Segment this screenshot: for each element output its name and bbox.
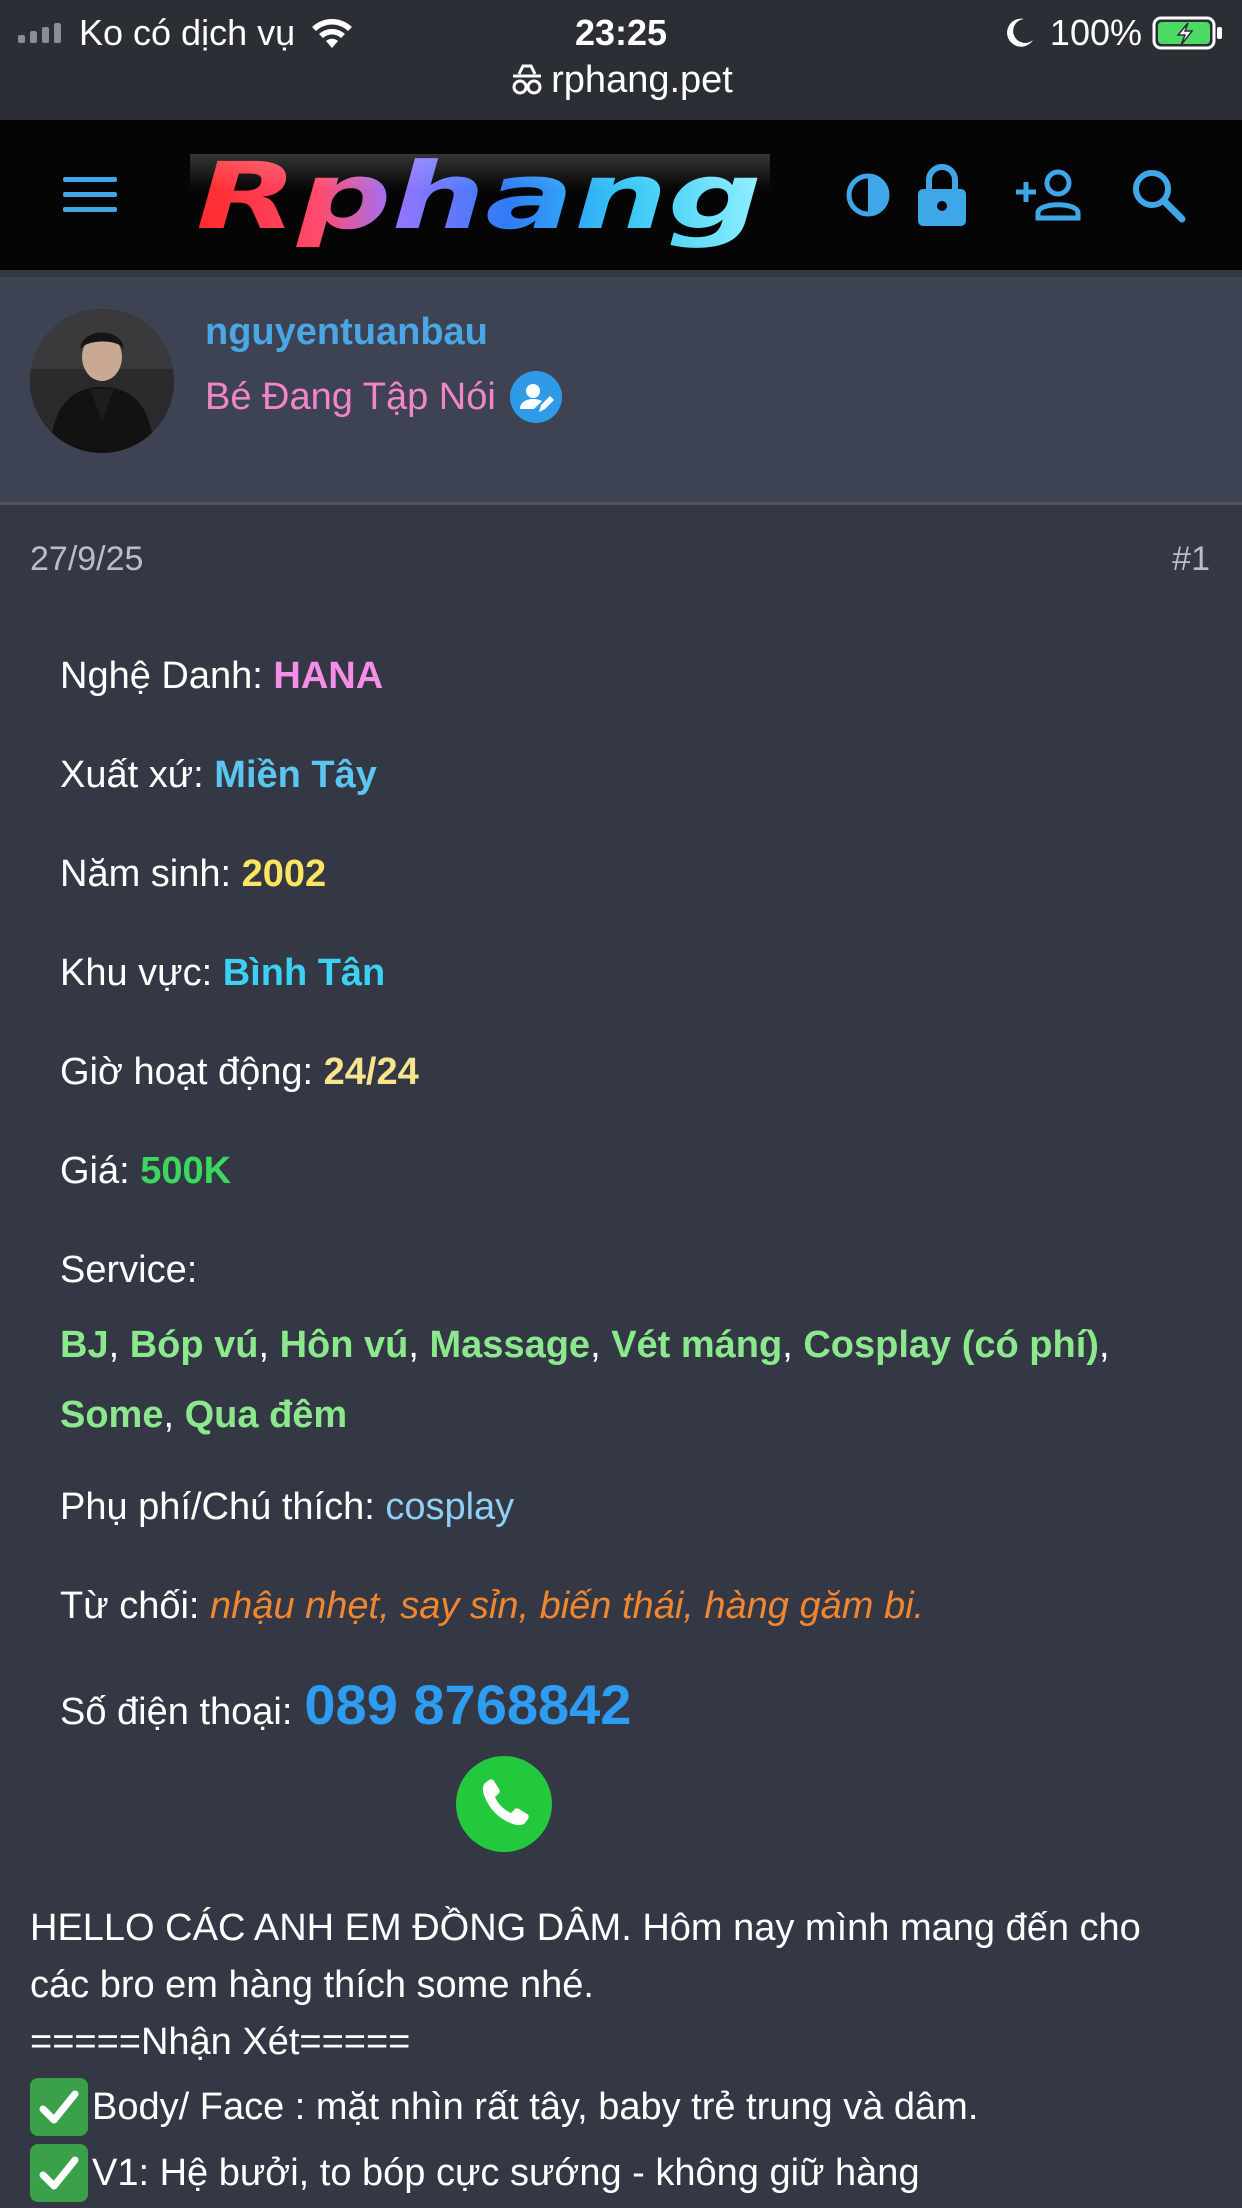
search-icon — [1133, 170, 1186, 223]
review-header: =====Nhận Xét===== — [30, 2021, 411, 2063]
service-item: Massage — [429, 1324, 591, 1366]
status-bar: Ko có dịch vụ 23:25 100% rphang.pet — [0, 0, 1242, 120]
user-title: Bé Đang Tập Nói — [205, 369, 564, 425]
url-domain: rphang.pet — [551, 58, 733, 101]
service-item: Vét máng — [611, 1324, 783, 1366]
field-label: Năm sinh: — [60, 853, 232, 895]
field-value: 24/24 — [323, 1051, 419, 1093]
battery-charging-icon — [1152, 16, 1222, 50]
service-item: Qua đêm — [184, 1394, 348, 1436]
field-label: Giờ hoạt động: — [60, 1051, 314, 1093]
url-bar[interactable]: rphang.pet — [0, 56, 1242, 104]
service-item: BJ — [60, 1324, 109, 1366]
field-value: cosplay — [385, 1486, 515, 1528]
field-label: Xuất xứ: — [60, 754, 204, 796]
field-value: 2002 — [241, 853, 327, 895]
lock-icon — [918, 164, 966, 226]
phone-number-link[interactable]: 089 8768842 — [304, 1672, 631, 1737]
battery-percent: 100% — [1049, 12, 1142, 53]
review-text: V1: Hệ bưởi, to bóp cực sướng - không gi… — [92, 2151, 920, 2194]
review-item: Body/ Face : mặt nhìn rất tây, baby trẻ … — [30, 2078, 978, 2136]
avatar[interactable] — [30, 309, 174, 453]
check-mark-icon — [30, 2144, 88, 2202]
contrast-icon — [846, 173, 890, 217]
hamburger-icon — [63, 177, 117, 212]
field-value: Miền Tây — [214, 754, 377, 796]
field-extra: Phụ phí/Chú thích: cosplay — [60, 1486, 514, 1529]
service-item: Bóp vú — [129, 1324, 259, 1366]
site-logo[interactable]: Rphang — [190, 142, 770, 252]
review-item: V1: Hệ bưởi, to bóp cực sướng - không gi… — [30, 2144, 920, 2202]
field-value: nhậu nhẹt, say sỉn, biến thái, hàng găm … — [210, 1585, 925, 1627]
post-date[interactable]: 27/9/25 — [30, 540, 143, 579]
field-hours: Giờ hoạt động: 24/24 — [60, 1051, 419, 1094]
field-service-label: Service: — [60, 1249, 198, 1291]
service-item: Hôn vú — [279, 1324, 409, 1366]
intro-text: HELLO CÁC ANH EM ĐỒNG DÂM. Hôm nay mình … — [30, 1907, 1141, 2006]
field-label: Từ chối: — [60, 1585, 200, 1627]
field-origin: Xuất xứ: Miền Tây — [60, 754, 377, 797]
verified-user-icon — [509, 371, 562, 423]
call-button[interactable] — [455, 1755, 553, 1853]
service-item: Some — [60, 1394, 164, 1436]
field-area: Khu vực: Bình Tân — [60, 952, 385, 995]
check-mark-icon — [30, 2078, 88, 2136]
moon-icon — [1006, 18, 1033, 47]
field-birth-year: Năm sinh: 2002 — [60, 853, 326, 896]
post-intro: HELLO CÁC ANH EM ĐỒNG DÂM. Hôm nay mình … — [30, 1900, 1210, 2071]
register-button[interactable] — [1010, 155, 1090, 235]
service-list: BJ, Bóp vú, Hôn vú, Massage, Vét máng, C… — [60, 1324, 1110, 1436]
field-phone: Số điện thoại: 089 8768842 — [60, 1672, 631, 1737]
add-user-icon — [1016, 169, 1081, 221]
site-header: Rphang — [0, 120, 1242, 270]
field-label: Khu vực: — [60, 952, 213, 994]
field-refuse: Từ chối: nhậu nhẹt, say sỉn, biến thái, … — [60, 1585, 924, 1628]
field-value: Bình Tân — [222, 952, 386, 994]
field-label: Nghệ Danh: — [60, 655, 263, 697]
field-value: HANA — [273, 655, 384, 697]
field-price: Giá: 500K — [60, 1150, 231, 1193]
field-label: Giá: — [60, 1150, 130, 1192]
username[interactable]: nguyentuanbau — [205, 311, 488, 354]
login-button[interactable] — [912, 155, 972, 235]
service-item: Cosplay (có phí) — [803, 1324, 1099, 1366]
field-label: Số điện thoại: — [60, 1691, 293, 1733]
user-title-text: Bé Đang Tập Nói — [205, 375, 496, 418]
menu-button[interactable] — [55, 155, 125, 235]
post-number[interactable]: #1 — [1172, 540, 1210, 579]
search-button[interactable] — [1125, 155, 1191, 235]
field-stage-name: Nghệ Danh: HANA — [60, 655, 383, 698]
field-label: Phụ phí/Chú thích: — [60, 1486, 375, 1528]
avatar-image — [30, 309, 174, 453]
post-author: nguyentuanbau Bé Đang Tập Nói — [0, 277, 1242, 505]
review-text: Body/ Face : mặt nhìn rất tây, baby trẻ … — [92, 2085, 979, 2128]
theme-toggle-button[interactable] — [840, 155, 896, 235]
field-value: 500K — [140, 1150, 232, 1192]
battery-info: 100% — [1002, 8, 1224, 58]
privacy-icon — [512, 64, 542, 95]
